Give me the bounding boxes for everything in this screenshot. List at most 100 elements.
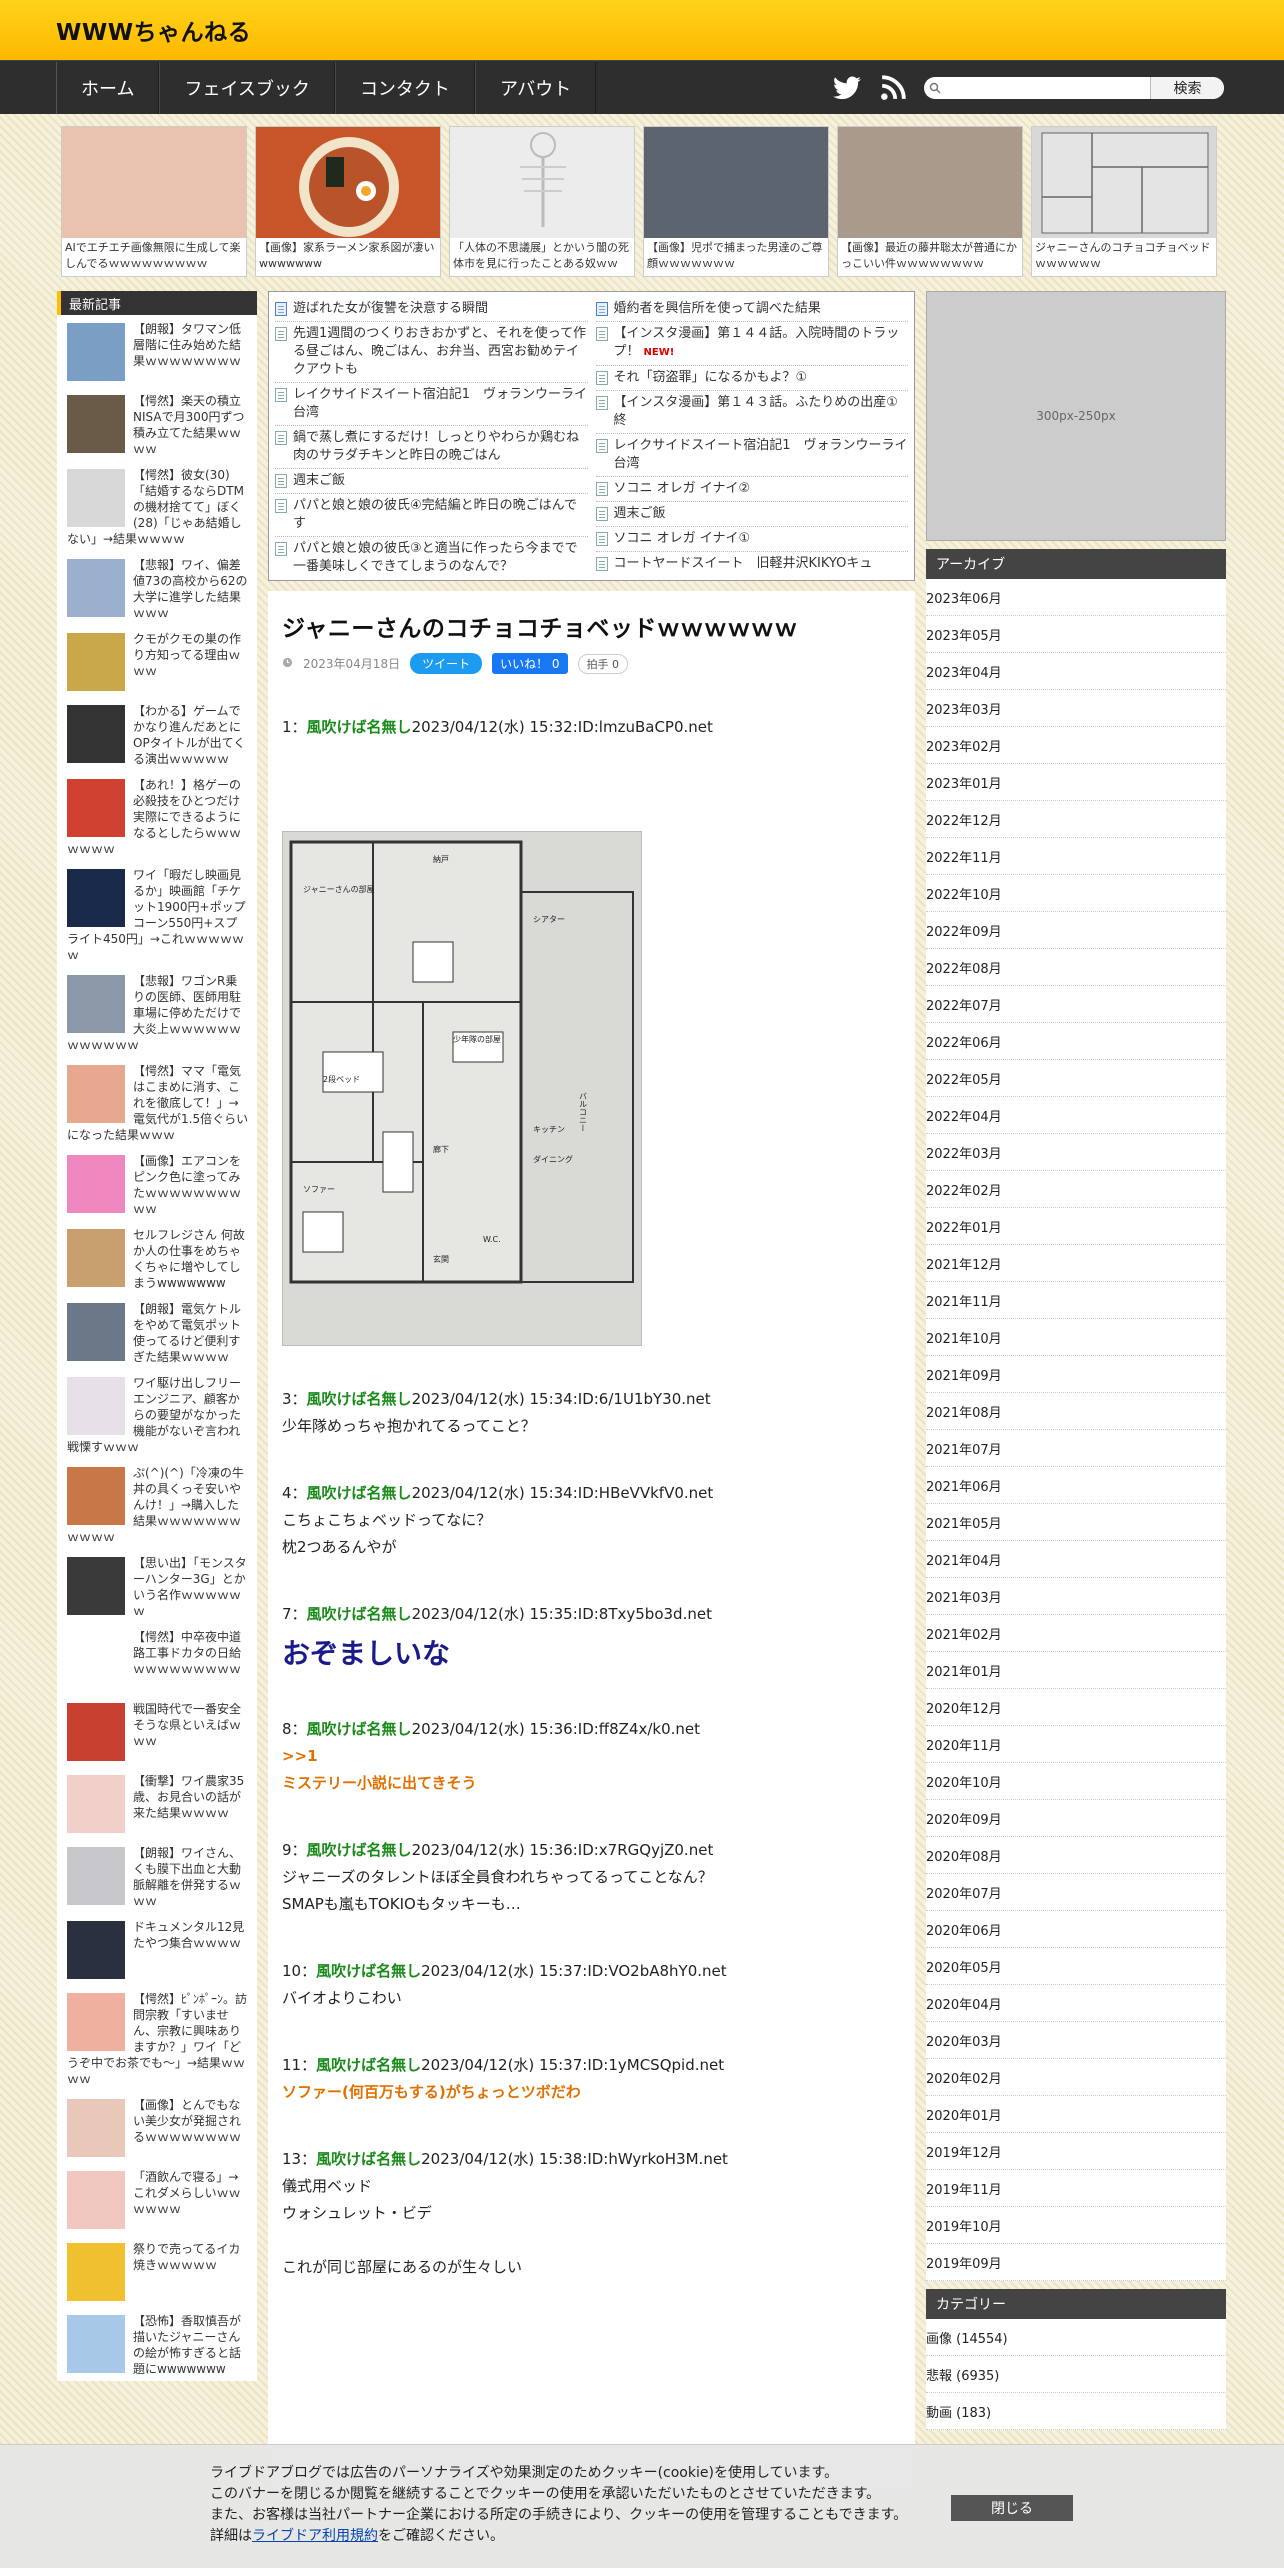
cookie-close-button[interactable]: 閉じる	[951, 2495, 1073, 2521]
nav-facebook[interactable]: フェイスブック	[159, 61, 335, 114]
nav-about[interactable]: アバウト	[474, 61, 597, 114]
archive-link[interactable]: 2021年07月	[926, 1430, 1226, 1467]
recent-post[interactable]: 【愕然】楽天の積立NISAで月300円ずつ積み立てた結果ｗｗｗｗ	[57, 387, 257, 461]
recent-post[interactable]: 【愕然】中卒夜中道路工事ドカタの日給ｗｗｗｗｗｗｗｗｗ	[57, 1623, 257, 1695]
featured-card[interactable]: 「人体の不思議展」とかいう闇の死体市を見に行ったことある奴ｗｗ	[449, 126, 635, 277]
related-link[interactable]: 【インスタ漫画】第１４３話。ふたりめの出産①終	[595, 391, 908, 434]
related-link[interactable]: コートヤードスイート 旧軽井沢KIKYOキュ	[595, 552, 909, 576]
tweet-button[interactable]: ツイート	[410, 653, 483, 674]
archive-link[interactable]: 2022年04月	[926, 1097, 1226, 1134]
search-input[interactable]	[946, 78, 1150, 98]
recent-post[interactable]: 【朗報】電気ケトルをやめて電気ポット使ってるけど便利すぎた結果ｗｗｗｗ	[57, 1295, 257, 1369]
archive-link[interactable]: 2020年05月	[926, 1948, 1226, 1985]
like-button[interactable]: いいね！ 0	[492, 653, 568, 674]
recent-post[interactable]: 「酒飲んで寝る」→これダメらしいｗｗｗｗｗｗ	[57, 2163, 257, 2235]
ad-placeholder[interactable]: 300px-250px	[926, 291, 1226, 541]
recent-post[interactable]: 戦国時代で一番安全そうな県といえばｗｗｗ	[57, 1695, 257, 1767]
archive-link[interactable]: 2020年01月	[926, 2096, 1226, 2133]
recent-post[interactable]: 【愕然】ママ「電気はこまめに消す、これを徹底して！」→電気代が1.5倍ぐらいにな…	[57, 1057, 257, 1147]
archive-link[interactable]: 2022年07月	[926, 986, 1226, 1023]
archive-link[interactable]: 2020年08月	[926, 1837, 1226, 1874]
recent-post[interactable]: 【恐怖】香取慎吾が描いたジャニーさんの絵が怖すぎると話題にwwwwwww	[57, 2307, 257, 2381]
archive-link[interactable]: 2020年02月	[926, 2059, 1226, 2096]
archive-link[interactable]: 2022年08月	[926, 949, 1226, 986]
archive-link[interactable]: 2020年12月	[926, 1689, 1226, 1726]
archive-link[interactable]: 2019年09月	[926, 2244, 1226, 2281]
recent-post[interactable]: 【愕然】彼女(30)「結婚するならDTMの機材捨てて」ぼく(28)「じゃあ結婚し…	[57, 461, 257, 551]
archive-link[interactable]: 2022年01月	[926, 1208, 1226, 1245]
archive-link[interactable]: 2021年09月	[926, 1356, 1226, 1393]
archive-link[interactable]: 2023年06月	[926, 579, 1226, 616]
recent-post[interactable]: 祭りで売ってるイカ焼きｗｗｗｗｗ	[57, 2235, 257, 2307]
related-link[interactable]: 週末ご飯	[275, 469, 588, 494]
twitter-icon[interactable]	[832, 73, 862, 103]
archive-link[interactable]: 2020年10月	[926, 1763, 1226, 1800]
archive-link[interactable]: 2019年12月	[926, 2133, 1226, 2170]
related-link[interactable]: それ「窃盗罪」になるかもよ？①	[595, 366, 908, 391]
rss-icon[interactable]	[878, 73, 908, 103]
archive-link[interactable]: 2022年12月	[926, 801, 1226, 838]
recent-post[interactable]: 【悲報】ワゴンR乗りの医師、医師用駐車場に停めただけで大炎上ｗｗｗｗｗｗｗｗｗｗ…	[57, 967, 257, 1057]
recent-post[interactable]: ドキュメンタル12見たやつ集合ｗｗｗｗ	[57, 1913, 257, 1985]
recent-post[interactable]: 【朗報】ワイさん、くも膜下出血と大動脈解離を併発するｗｗｗ	[57, 1839, 257, 1913]
related-link[interactable]: 鍋で蒸し煮にするだけ！しっとりやわらか鶏むね肉のサラダチキンと昨日の晩ごはん	[275, 426, 588, 469]
archive-link[interactable]: 2020年04月	[926, 1985, 1226, 2022]
archive-link[interactable]: 2022年11月	[926, 838, 1226, 875]
recent-post[interactable]: 【あれ！】格ゲーの必殺技をひとつだけ実際にできるようになるとしたらｗｗｗｗｗｗｗ	[57, 771, 257, 861]
recent-post[interactable]: 【悲報】ワイ、偏差値73の高校から62の大学に進学した結果ｗｗｗ	[57, 551, 257, 625]
category-link[interactable]: 画像 (14554)	[926, 2319, 1226, 2356]
archive-link[interactable]: 2019年11月	[926, 2170, 1226, 2207]
related-link[interactable]: ソコニ オレガ イナイ①	[595, 527, 908, 552]
archive-link[interactable]: 2020年03月	[926, 2022, 1226, 2059]
related-link[interactable]: 遊ばれた女が復讐を決意する瞬間	[275, 297, 588, 322]
recent-post[interactable]: 【画像】エアコンをピンク色に塗ってみたｗｗｗｗｗｗｗｗｗｗ	[57, 1147, 257, 1221]
clap-button[interactable]: 拍手 0	[577, 653, 629, 674]
archive-link[interactable]: 2019年10月	[926, 2207, 1226, 2244]
archive-link[interactable]: 2021年02月	[926, 1615, 1226, 1652]
archive-link[interactable]: 2021年01月	[926, 1652, 1226, 1689]
related-link[interactable]: パパと娘と娘の彼氏③と適当に作ったら今までで一番美味しくできてしまうのなんで？	[275, 537, 588, 579]
category-link[interactable]: 悲報 (6935)	[926, 2356, 1226, 2393]
related-link[interactable]: レイクサイドスイート宿泊記1 ヴォランウーライ台湾	[595, 434, 908, 477]
archive-link[interactable]: 2023年01月	[926, 764, 1226, 801]
related-link[interactable]: パパと娘と娘の彼氏④完結編と昨日の晩ごはんです	[275, 494, 588, 537]
recent-post[interactable]: セルフレジさん 何故か人の仕事をめちゃくちゃに増やしてしまうwwwwwww	[57, 1221, 257, 1295]
featured-card[interactable]: ジャニーさんのコチョコチョベッドｗｗｗｗｗｗ	[1031, 126, 1217, 277]
archive-link[interactable]: 2023年05月	[926, 616, 1226, 653]
recent-post[interactable]: ワイ「暇だし映画見るか」映画館「チケット1900円+ポップコーン550円+スプラ…	[57, 861, 257, 967]
archive-link[interactable]: 2022年02月	[926, 1171, 1226, 1208]
archive-link[interactable]: 2022年05月	[926, 1060, 1226, 1097]
archive-link[interactable]: 2021年03月	[926, 1578, 1226, 1615]
archive-link[interactable]: 2023年02月	[926, 727, 1226, 764]
related-link[interactable]: 婚約者を興信所を使って調べた結果	[595, 297, 908, 322]
archive-link[interactable]: 2021年08月	[926, 1393, 1226, 1430]
site-title[interactable]: WWWちゃんねる	[56, 13, 251, 47]
archive-link[interactable]: 2021年10月	[926, 1319, 1226, 1356]
archive-link[interactable]: 2020年09月	[926, 1800, 1226, 1837]
archive-link[interactable]: 2023年04月	[926, 653, 1226, 690]
nav-home[interactable]: ホーム	[56, 61, 160, 114]
featured-card[interactable]: 【画像】最近の藤井聡太が普通にかっこいい件ｗｗｗｗｗｗｗｗ	[837, 126, 1023, 277]
featured-card[interactable]: 【画像】家系ラーメン家系図が凄いwwwwwww	[255, 126, 441, 277]
recent-post[interactable]: クモがクモの巣の作り方知ってる理由ｗｗｗ	[57, 625, 257, 697]
archive-link[interactable]: 2021年11月	[926, 1282, 1226, 1319]
recent-post[interactable]: 【画像】とんでもない美少女が発掘されるｗｗｗｗｗｗｗｗ	[57, 2091, 257, 2163]
nav-contact[interactable]: コンタクト	[334, 61, 475, 114]
terms-link[interactable]: ライブドア利用規約	[252, 2528, 378, 2544]
search-button[interactable]: 検索	[1150, 77, 1224, 99]
archive-link[interactable]: 2020年06月	[926, 1911, 1226, 1948]
related-link[interactable]: レイクサイドスイート宿泊記1 ヴォランウーライ台湾	[275, 383, 588, 426]
archive-link[interactable]: 2021年06月	[926, 1467, 1226, 1504]
archive-link[interactable]: 2020年11月	[926, 1726, 1226, 1763]
recent-post[interactable]: 【愕然】ﾋﾟﾝﾎﾟｰﾝ。訪問宗教「すいません、宗教に興味ありますか？」ワイ「どう…	[57, 1985, 257, 2091]
archive-link[interactable]: 2022年06月	[926, 1023, 1226, 1060]
archive-link[interactable]: 2023年03月	[926, 690, 1226, 727]
related-link[interactable]: 先週1週間のつくりおきおかずと、それを使って作る昼ごはん、晩ごはん、お弁当、西宮…	[275, 322, 588, 383]
reply-anchor[interactable]: >>1	[282, 1743, 901, 1770]
archive-link[interactable]: 2022年03月	[926, 1134, 1226, 1171]
recent-post[interactable]: 【朗報】タワマン低層階に住み始めた結果ｗｗｗｗｗｗｗｗ	[57, 315, 257, 387]
archive-link[interactable]: 2022年10月	[926, 875, 1226, 912]
recent-post[interactable]: ワイ駆け出しフリーエンジニア、顧客からの要望がなかった機能がないぞ言われ戦慄すｗ…	[57, 1369, 257, 1459]
archive-link[interactable]: 2021年05月	[926, 1504, 1226, 1541]
related-link[interactable]: 【インスタ漫画】第１４４話。入院時間のトラップ！ NEW!	[595, 322, 908, 366]
